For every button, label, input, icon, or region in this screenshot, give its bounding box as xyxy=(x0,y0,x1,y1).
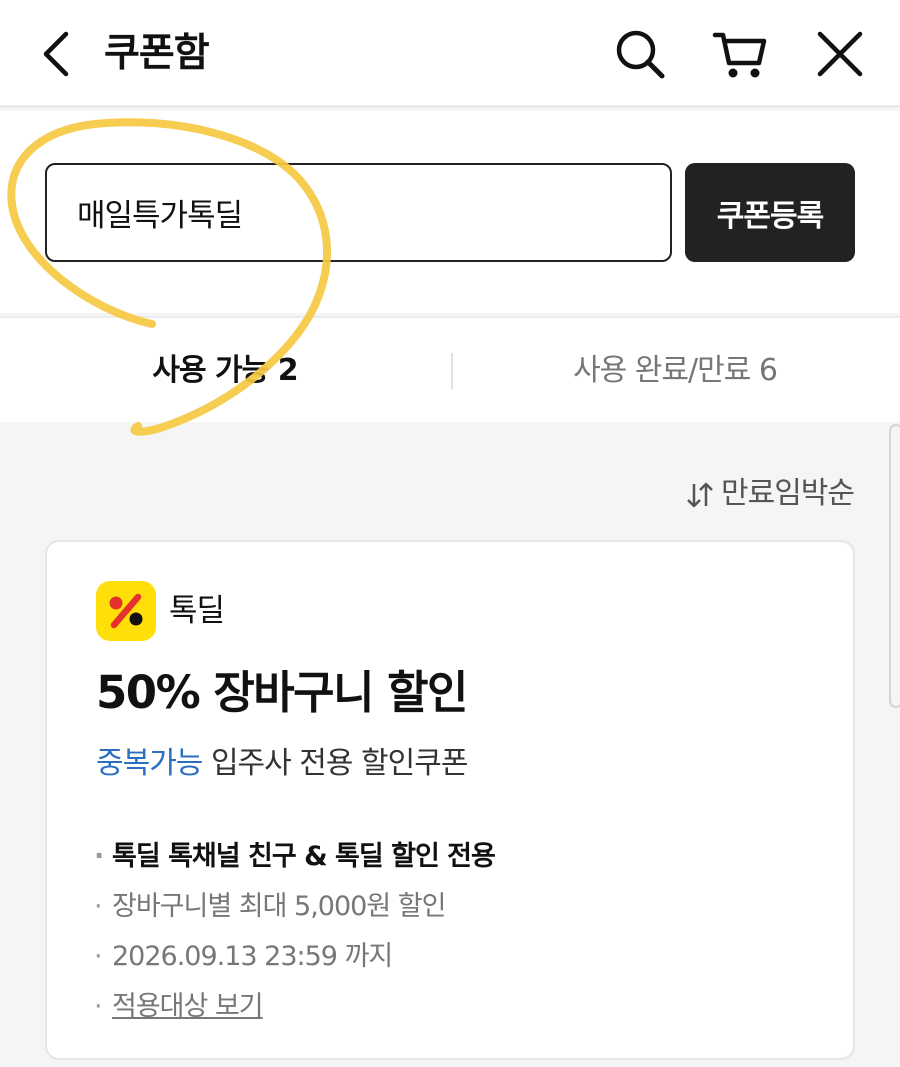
brand-name: 톡딜 xyxy=(169,593,225,629)
sort-button[interactable]: 만료임박순 xyxy=(685,472,855,516)
coupon-tabs: 사용 가능 2 사용 완료/만료 6 xyxy=(0,316,900,422)
stackable-tag: 중복가능 xyxy=(96,746,203,781)
coupon-register-button[interactable]: 쿠폰등록 xyxy=(685,163,855,262)
tab-available[interactable]: 사용 가능 2 xyxy=(0,318,450,424)
coupon-title: 50% 장바구니 할인 xyxy=(96,666,468,719)
tab-used-expired[interactable]: 사용 완료/만료 6 xyxy=(450,318,900,424)
back-button[interactable] xyxy=(36,26,80,82)
coupon-code-input[interactable] xyxy=(45,163,672,262)
sort-arrows-icon xyxy=(687,482,713,507)
close-button[interactable] xyxy=(812,26,868,82)
cart-button[interactable] xyxy=(712,26,768,82)
page-title: 쿠폰함 xyxy=(104,31,210,76)
coupon-type-desc: 입주사 전용 할인쿠폰 xyxy=(210,746,468,781)
coupon-card[interactable]: 톡딜 50% 장바구니 할인 중복가능 입주사 전용 할인쿠폰 톡딜 톡채널 친… xyxy=(45,540,855,1060)
detail-expiry: 2026.09.13 23:59 까지 xyxy=(94,932,495,982)
coupon-tag-line: 중복가능 입주사 전용 할인쿠폰 xyxy=(96,740,468,788)
sort-label: 만료임박순 xyxy=(721,476,855,511)
cart-icon xyxy=(712,32,767,78)
close-icon xyxy=(817,31,863,77)
detail-usage-scope: 톡딜 톡채널 친구 & 톡딜 할인 전용 xyxy=(94,832,496,882)
percent-logo-icon xyxy=(109,593,143,629)
scrollbar[interactable] xyxy=(889,424,900,708)
top-app-bar: 쿠폰함 xyxy=(0,0,900,108)
search-button[interactable] xyxy=(612,26,668,82)
back-icon xyxy=(43,31,69,77)
detail-max-discount: 장바구니별 최대 5,000원 할인 xyxy=(94,882,495,932)
search-icon xyxy=(616,30,665,79)
coupon-register-section: 쿠폰등록 xyxy=(0,111,900,313)
view-target-link[interactable]: 적용대상 보기 xyxy=(112,991,264,1022)
brand-logo xyxy=(96,581,156,641)
detail-target-link-item: 적용대상 보기 xyxy=(94,982,495,1032)
coupon-details: 톡딜 톡채널 친구 & 톡딜 할인 전용 장바구니별 최대 5,000원 할인 … xyxy=(94,832,496,1032)
